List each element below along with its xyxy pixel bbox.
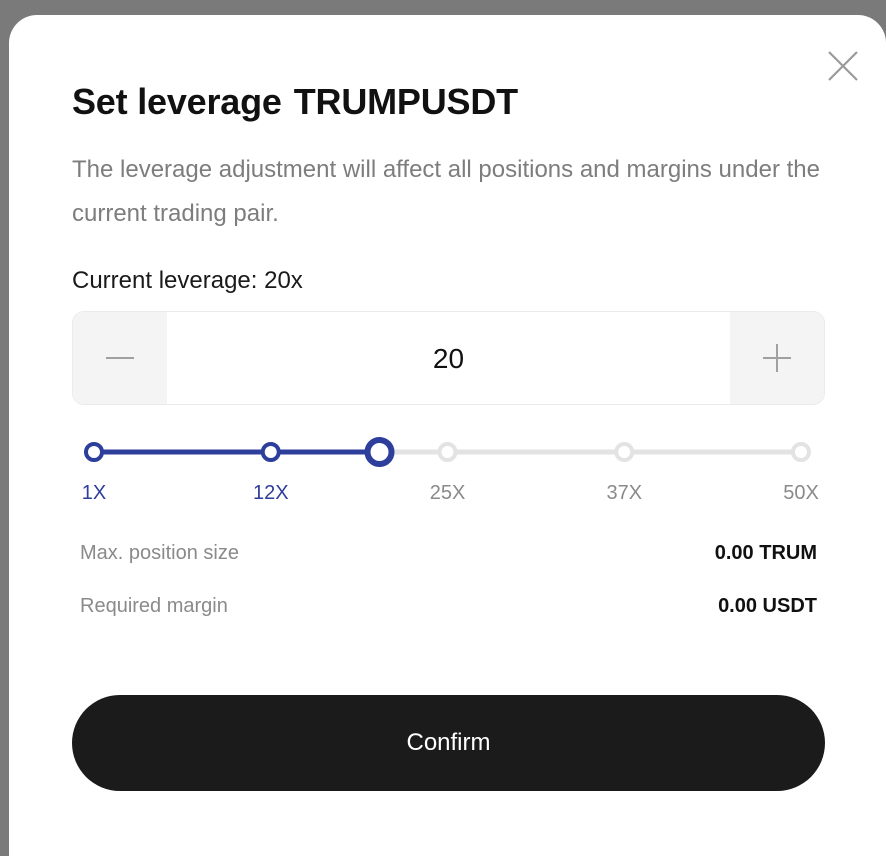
slider-handle[interactable] (364, 437, 395, 467)
slider-tick-label-37x[interactable]: 37X (606, 482, 642, 505)
leverage-stepper (72, 311, 825, 406)
max-position-label: Max. position size (80, 542, 239, 564)
set-leverage-dialog: Set leverage TRUMPUSDT The leverage adjus… (9, 15, 886, 856)
slider-tick-label-12x[interactable]: 12X (253, 482, 289, 505)
max-position-row: Max. position size 0.00 TRUM (80, 542, 817, 572)
slider-tick-label-50x[interactable]: 50X (783, 482, 819, 505)
slider-tick-12x (260, 442, 281, 462)
confirm-button[interactable]: Confirm (72, 695, 825, 791)
minus-icon (106, 357, 134, 359)
current-leverage: Current leverage: 20x (72, 267, 303, 294)
title-text: Set leverage (72, 81, 282, 122)
dialog-title: Set leverage TRUMPUSDT (72, 81, 518, 123)
close-button[interactable] (823, 46, 863, 86)
required-margin-row: Required margin 0.00 USDT (80, 595, 817, 625)
dialog-description: The leverage adjustment will affect all … (72, 156, 820, 227)
leverage-slider[interactable]: 1X 12X 25X 37X 50X (9, 435, 886, 525)
decrease-button[interactable] (73, 312, 167, 404)
max-position-value: 0.00 TRUM (714, 542, 817, 564)
leverage-input[interactable] (167, 312, 730, 406)
slider-track[interactable] (9, 435, 886, 480)
increase-button[interactable] (730, 312, 824, 404)
slider-tick-label-25x[interactable]: 25X (430, 482, 466, 505)
slider-tick-1x (84, 442, 104, 462)
slider-tick-label-1x[interactable]: 1X (82, 482, 106, 505)
trading-pair: TRUMPUSDT (293, 81, 518, 122)
plus-icon (763, 344, 791, 372)
slider-tick-50x (791, 442, 811, 462)
required-margin-label: Required margin (80, 595, 228, 617)
slider-tick-25x (437, 442, 458, 462)
close-icon (828, 51, 858, 81)
required-margin-value: 0.00 USDT (718, 595, 817, 617)
slider-tick-37x (614, 442, 635, 462)
